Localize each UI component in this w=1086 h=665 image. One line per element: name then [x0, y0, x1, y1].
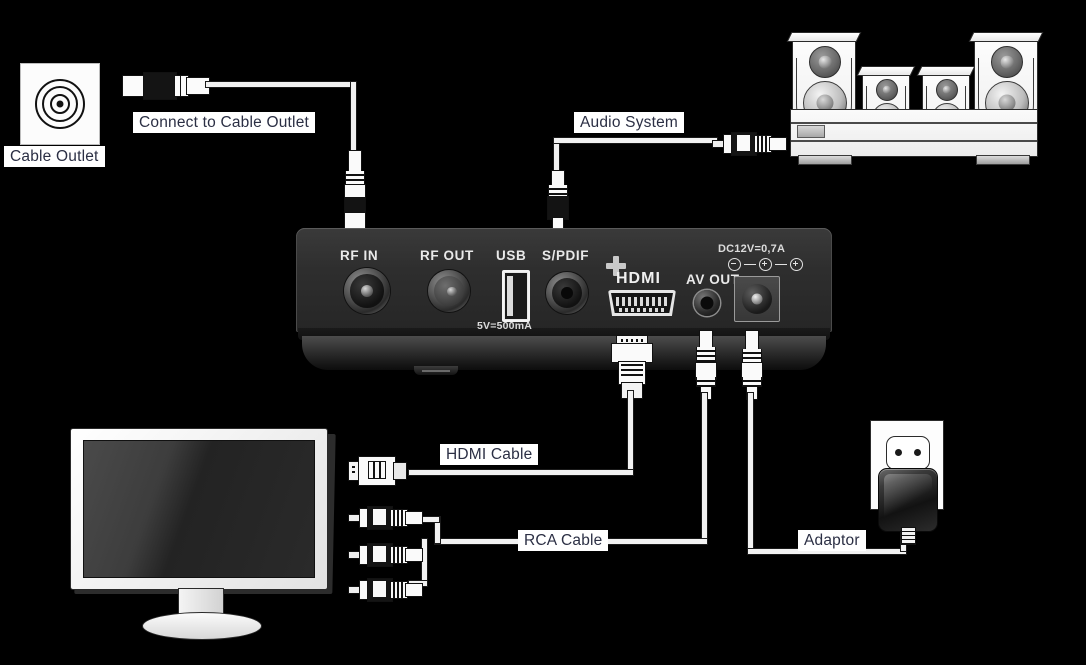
box-foot — [414, 366, 458, 375]
audio-rca-plug — [712, 132, 788, 156]
usb-port[interactable] — [502, 270, 530, 322]
rf-out-port[interactable] — [428, 270, 470, 312]
power-cable-down — [747, 392, 754, 554]
tv-stand-base — [142, 612, 262, 640]
connection-diagram: Cable Outlet Connect to Cable Outlet Aud… — [0, 0, 1086, 665]
spdif-plug — [546, 170, 569, 233]
power-adaptor — [878, 468, 938, 545]
hdmi-plug-box-side — [608, 335, 654, 399]
rf-in-plug — [343, 150, 366, 245]
dc-in-port[interactable] — [734, 276, 780, 322]
spdif-label: S/PDIF — [542, 248, 590, 263]
dc-power-plug — [740, 330, 763, 400]
hdmi-plug-tv-side — [348, 455, 410, 486]
usb-power-rating: 5V=500mA — [477, 320, 533, 332]
hdmi-cable-label: HDMI Cable — [440, 444, 539, 465]
rca-cable-down — [701, 392, 708, 545]
hdmi-cable-across — [408, 469, 634, 476]
av-receiver — [790, 109, 1038, 157]
hdmi-port[interactable] — [608, 290, 676, 316]
television — [70, 428, 336, 643]
spdif-cable-horizontal — [553, 137, 718, 144]
coax-f-plug — [122, 70, 210, 100]
adaptor-strain-relief — [901, 527, 916, 545]
rca-plug-tv-2 — [348, 543, 424, 567]
rf-out-label: RF OUT — [420, 248, 474, 263]
usb-label: USB — [496, 248, 527, 263]
receiver-foot-right — [976, 155, 1030, 165]
spdif-port[interactable] — [546, 272, 588, 314]
rca-cable-label: RCA Cable — [518, 530, 609, 551]
cable-outlet-icon — [20, 63, 100, 145]
tv-screen — [83, 440, 315, 578]
adaptor-label: Adaptor — [798, 530, 866, 551]
rca-plug-tv-3 — [348, 578, 424, 602]
av-out-label: AV OUT — [686, 272, 740, 287]
tv-bezel — [70, 428, 328, 590]
dc-in-rating: DC12V=0,7A — [718, 243, 786, 255]
rca-plug-tv-1 — [348, 506, 424, 530]
dc-polarity-icon — [728, 258, 803, 271]
rf-in-port[interactable] — [344, 268, 390, 314]
audio-system-label: Audio System — [574, 112, 685, 133]
hdmi-logo: HDMI — [616, 270, 661, 287]
audio-system — [786, 30, 1044, 175]
coax-wall-outlet-icon — [35, 79, 85, 129]
receiver-foot-left — [798, 155, 852, 165]
cable-outlet-label: Cable Outlet — [4, 146, 105, 167]
hdmi-cable-down — [627, 390, 634, 475]
connect-to-cable-outlet-label: Connect to Cable Outlet — [133, 112, 316, 133]
rf-in-label: RF IN — [340, 248, 379, 263]
receiver-button — [797, 125, 825, 138]
av-out-plug — [694, 330, 717, 400]
av-out-port[interactable] — [694, 290, 720, 316]
rf-cable-horizontal — [205, 81, 357, 88]
socket-face — [886, 436, 930, 470]
